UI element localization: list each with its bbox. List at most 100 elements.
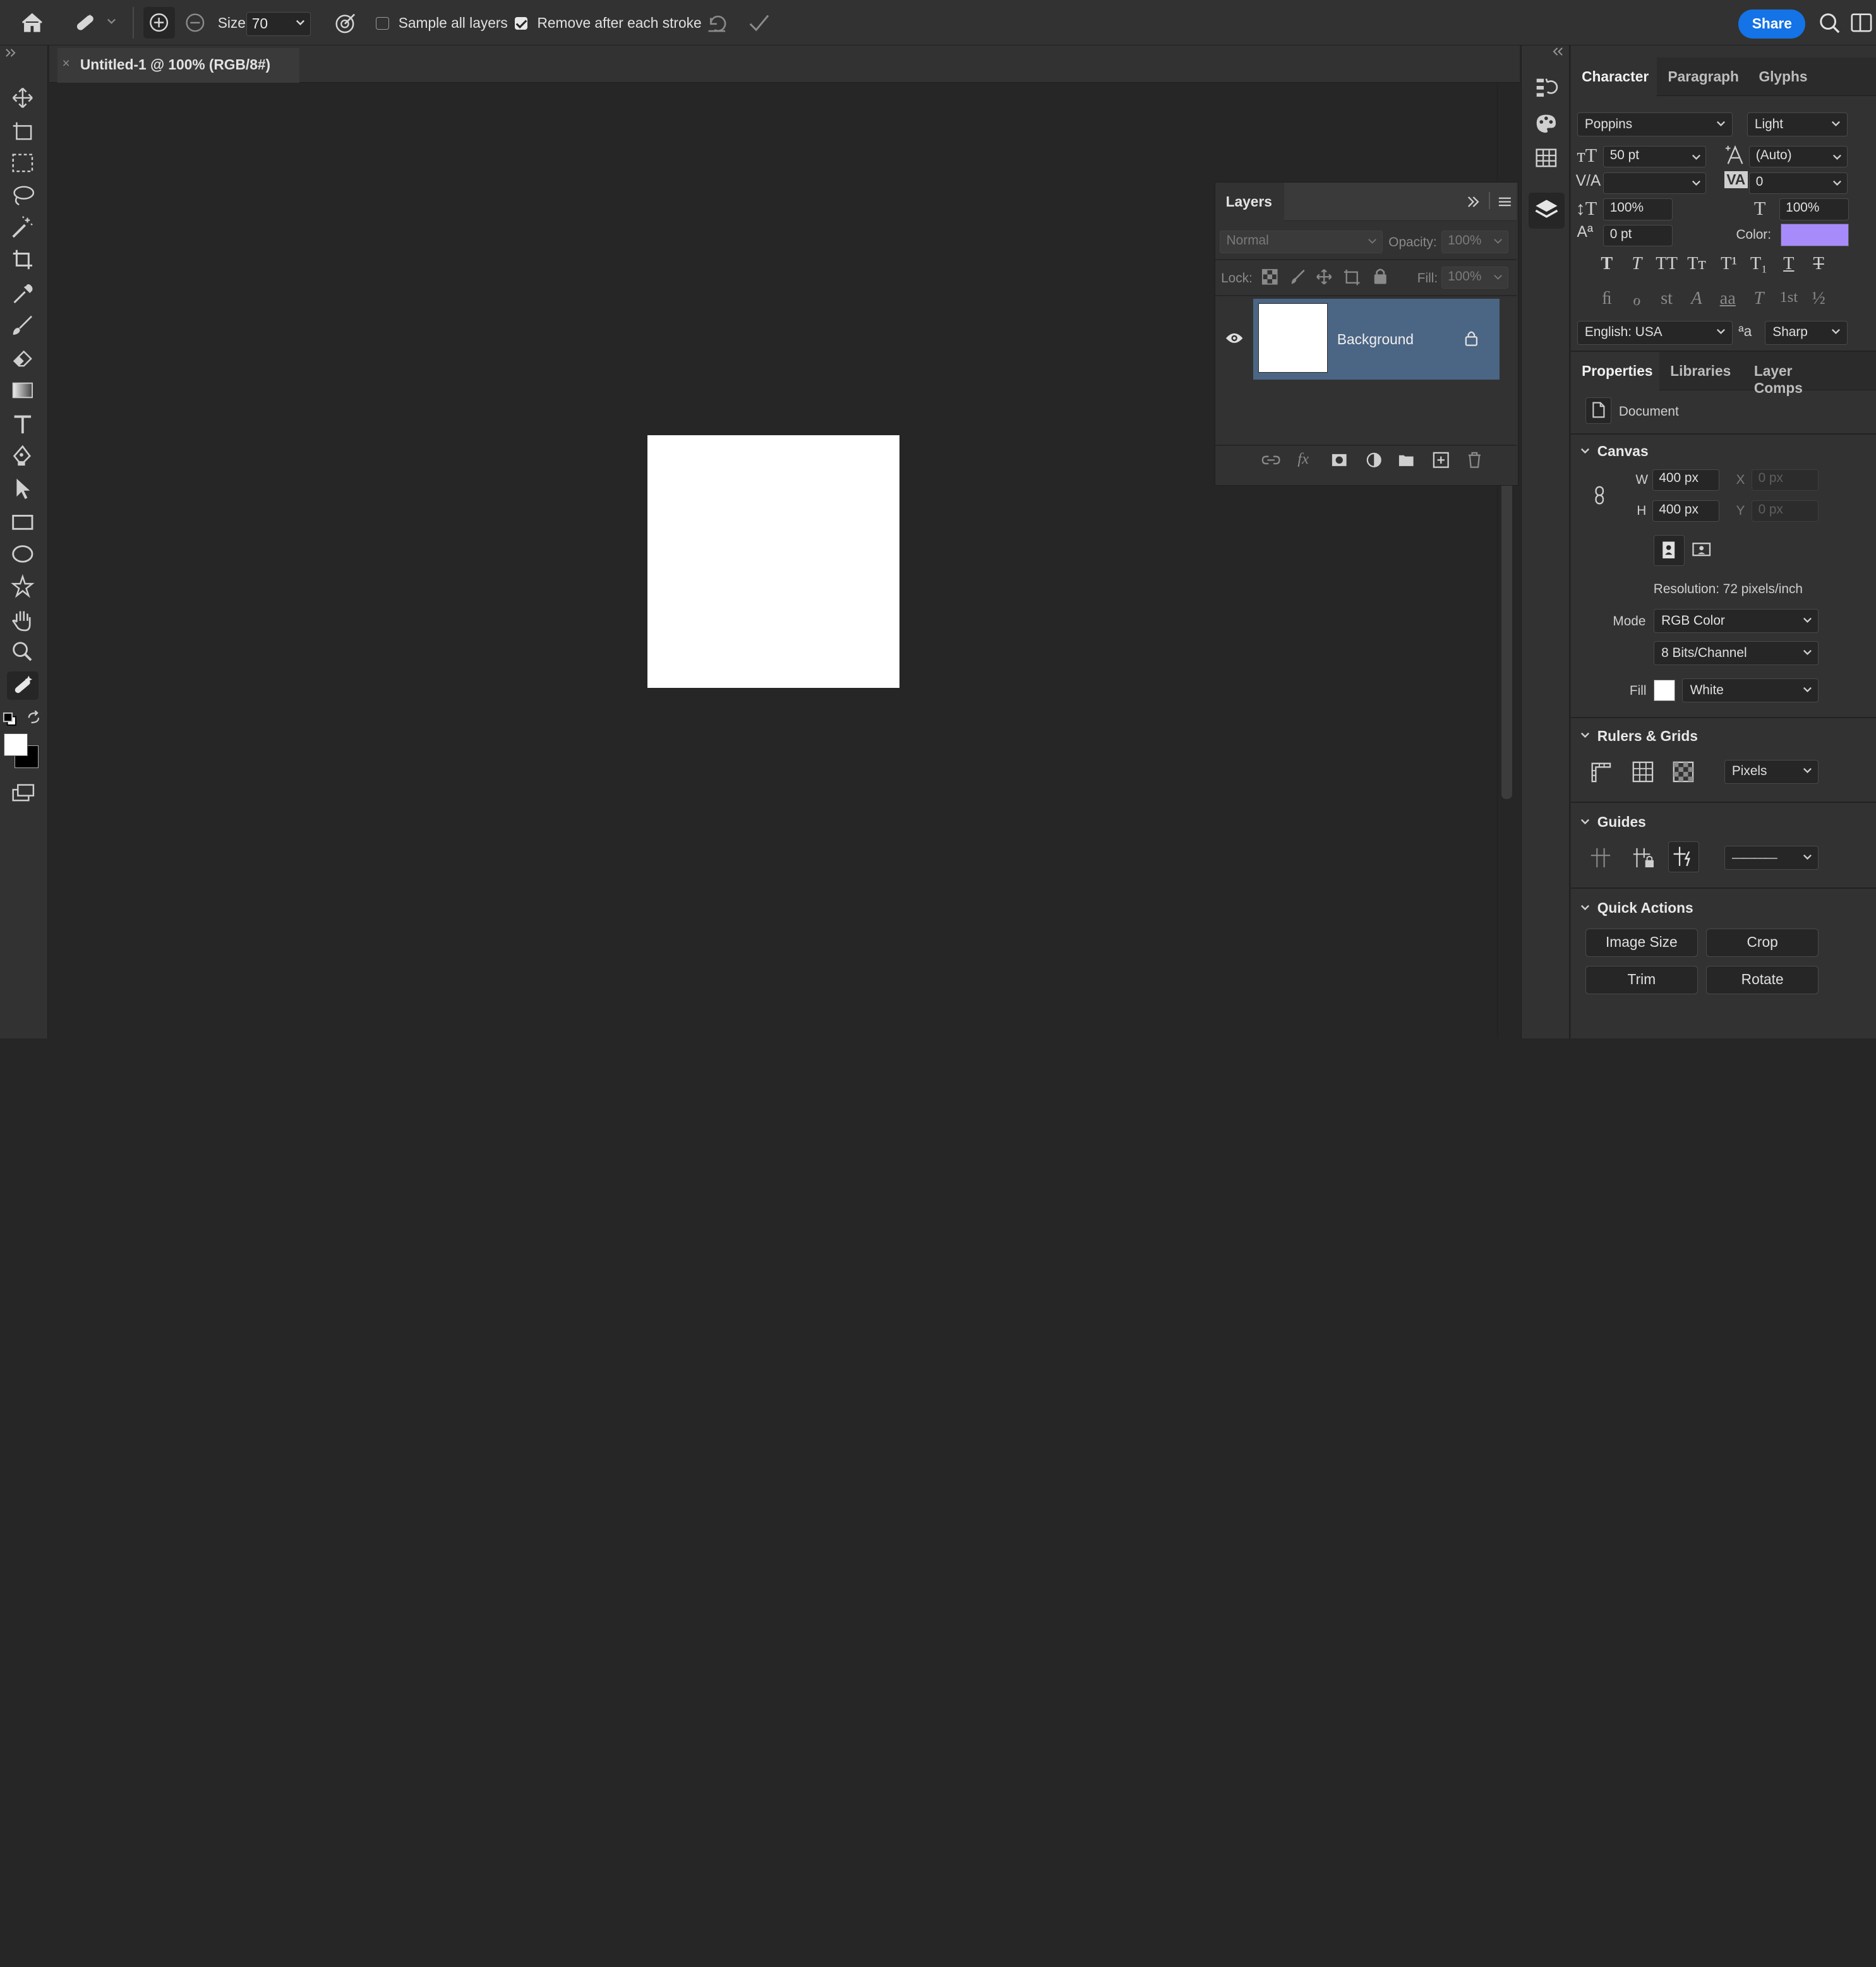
- leading-input[interactable]: (Auto): [1749, 146, 1848, 168]
- layer-row-background[interactable]: Background: [1253, 298, 1500, 380]
- rulers-icon[interactable]: [1589, 760, 1613, 784]
- layer-style-icon[interactable]: fx: [1297, 450, 1309, 468]
- tab-character[interactable]: Character: [1571, 57, 1657, 96]
- width-input[interactable]: 400 px: [1652, 469, 1719, 491]
- scrollbar-thumb[interactable]: [1501, 474, 1513, 800]
- expand-panel-icon[interactable]: [5, 48, 17, 57]
- size-dropdown-chevron-icon[interactable]: [294, 17, 306, 29]
- vertical-scale-input[interactable]: 100%: [1603, 198, 1673, 220]
- lock-all-icon[interactable]: [1372, 267, 1389, 285]
- default-colors-icon[interactable]: [3, 712, 17, 726]
- new-layer-icon[interactable]: [1433, 452, 1450, 469]
- spot-healing-brush-icon[interactable]: [72, 11, 99, 35]
- eyedropper-tool-icon[interactable]: [7, 279, 38, 307]
- subscript-button[interactable]: T₁: [1747, 254, 1771, 274]
- collapse-panels-icon[interactable]: [1553, 47, 1565, 56]
- hand-tool-icon[interactable]: [7, 605, 38, 634]
- fractions-button[interactable]: ½: [1807, 289, 1831, 309]
- lasso-tool-icon[interactable]: [7, 181, 38, 209]
- normal-mode-button[interactable]: [143, 7, 175, 39]
- delete-layer-icon[interactable]: [1467, 452, 1482, 469]
- faux-italic-button[interactable]: T: [1625, 254, 1649, 274]
- underline-button[interactable]: T: [1777, 254, 1801, 274]
- show-guides-icon[interactable]: [1589, 846, 1613, 870]
- swap-colors-icon[interactable]: [27, 711, 41, 725]
- rulers-chevron-icon[interactable]: [1579, 730, 1591, 742]
- brush-tool-icon[interactable]: [7, 311, 38, 339]
- blend-mode-select[interactable]: Normal: [1220, 230, 1383, 253]
- lock-transparent-icon[interactable]: [1261, 268, 1278, 286]
- bit-depth-select[interactable]: 8 Bits/Channel: [1653, 641, 1819, 666]
- y-input[interactable]: 0 px: [1752, 500, 1819, 522]
- ordinals-button[interactable]: 1st: [1777, 289, 1801, 306]
- custom-shape-tool-icon[interactable]: [7, 572, 38, 600]
- quick-actions-chevron-icon[interactable]: [1579, 902, 1591, 914]
- image-size-button[interactable]: Image Size: [1585, 928, 1698, 958]
- tab-libraries[interactable]: Libraries: [1659, 352, 1743, 390]
- document-tab[interactable]: × Untitled-1 @ 100% (RGB/8#): [57, 47, 299, 83]
- all-caps-button[interactable]: TT: [1655, 254, 1679, 274]
- lock-guides-icon[interactable]: [1631, 846, 1655, 870]
- type-tool-icon[interactable]: [7, 409, 38, 438]
- language-select[interactable]: English: USA: [1577, 320, 1733, 345]
- workspace-icon[interactable]: [1849, 11, 1873, 35]
- subtract-mode-button[interactable]: [182, 11, 208, 35]
- tab-layer-comps[interactable]: Layer Comps: [1743, 352, 1849, 396]
- crop-button[interactable]: Crop: [1706, 928, 1819, 958]
- remove-after-stroke-checkbox[interactable]: [514, 16, 528, 30]
- tracking-input[interactable]: 0: [1749, 172, 1848, 194]
- font-style-select[interactable]: Light: [1747, 112, 1848, 136]
- layer-lock-icon[interactable]: [1464, 330, 1479, 347]
- x-input[interactable]: 0 px: [1752, 469, 1819, 491]
- contextual-alternates-button[interactable]: T: [1747, 289, 1771, 309]
- color-panel-icon[interactable]: [1533, 111, 1560, 135]
- fill-input[interactable]: 100%: [1441, 266, 1508, 289]
- commit-check-icon[interactable]: [747, 11, 773, 35]
- close-tab-icon[interactable]: ×: [62, 56, 69, 71]
- font-size-input[interactable]: 50 pt: [1603, 146, 1707, 168]
- rectangle-tool-icon[interactable]: [7, 507, 38, 536]
- trim-button[interactable]: Trim: [1585, 965, 1698, 995]
- ellipse-tool-icon[interactable]: [7, 539, 38, 568]
- height-input[interactable]: 400 px: [1652, 500, 1719, 522]
- stylistic-alternates-button[interactable]: A: [1685, 289, 1709, 309]
- search-icon[interactable]: [1819, 12, 1843, 36]
- anti-alias-select[interactable]: Sharp: [1764, 320, 1848, 345]
- gradient-tool-icon[interactable]: [7, 376, 38, 404]
- remove-tool-icon[interactable]: [7, 671, 39, 701]
- guide-style-select[interactable]: ————: [1724, 846, 1819, 870]
- panel-menu-icon[interactable]: [1498, 196, 1512, 208]
- screen-mode-icon[interactable]: [7, 778, 38, 806]
- small-caps-button[interactable]: Tт: [1685, 254, 1709, 274]
- swash-button[interactable]: st: [1655, 289, 1679, 309]
- faux-bold-button[interactable]: T: [1595, 254, 1619, 274]
- swatches-panel-icon[interactable]: [1533, 146, 1560, 170]
- undo-icon[interactable]: [704, 11, 730, 35]
- share-button[interactable]: Share: [1738, 9, 1806, 39]
- portrait-orientation-button[interactable]: [1653, 534, 1685, 566]
- old-style-button[interactable]: ℴ: [1625, 289, 1649, 310]
- grid-icon[interactable]: [1631, 760, 1655, 784]
- rectangular-marquee-tool-icon[interactable]: [7, 148, 38, 177]
- guides-chevron-icon[interactable]: [1579, 816, 1591, 828]
- horizontal-scale-input[interactable]: 100%: [1779, 198, 1849, 220]
- ligatures-button[interactable]: ﬁ: [1595, 289, 1619, 309]
- canvas-chevron-icon[interactable]: [1579, 445, 1591, 457]
- collapse-icon[interactable]: [1466, 196, 1481, 208]
- zoom-tool-icon[interactable]: [7, 638, 38, 666]
- pen-tool-icon[interactable]: [7, 442, 38, 470]
- rotate-button[interactable]: Rotate: [1706, 965, 1819, 995]
- history-panel-icon[interactable]: [1533, 75, 1560, 99]
- pressure-size-icon[interactable]: [333, 11, 359, 35]
- document-canvas[interactable]: [647, 435, 900, 689]
- path-selection-tool-icon[interactable]: [7, 474, 38, 502]
- new-group-icon[interactable]: [1398, 453, 1415, 467]
- lock-pixels-icon[interactable]: [1289, 268, 1306, 286]
- fill-color-swatch[interactable]: [1653, 679, 1675, 701]
- home-icon[interactable]: [19, 11, 45, 35]
- tab-glyphs[interactable]: Glyphs: [1748, 57, 1817, 96]
- tab-paragraph[interactable]: Paragraph: [1657, 57, 1748, 96]
- sample-all-layers-checkbox[interactable]: [375, 16, 389, 30]
- adjustment-layer-icon[interactable]: [1366, 452, 1383, 469]
- artboard-tool-icon[interactable]: [7, 116, 38, 145]
